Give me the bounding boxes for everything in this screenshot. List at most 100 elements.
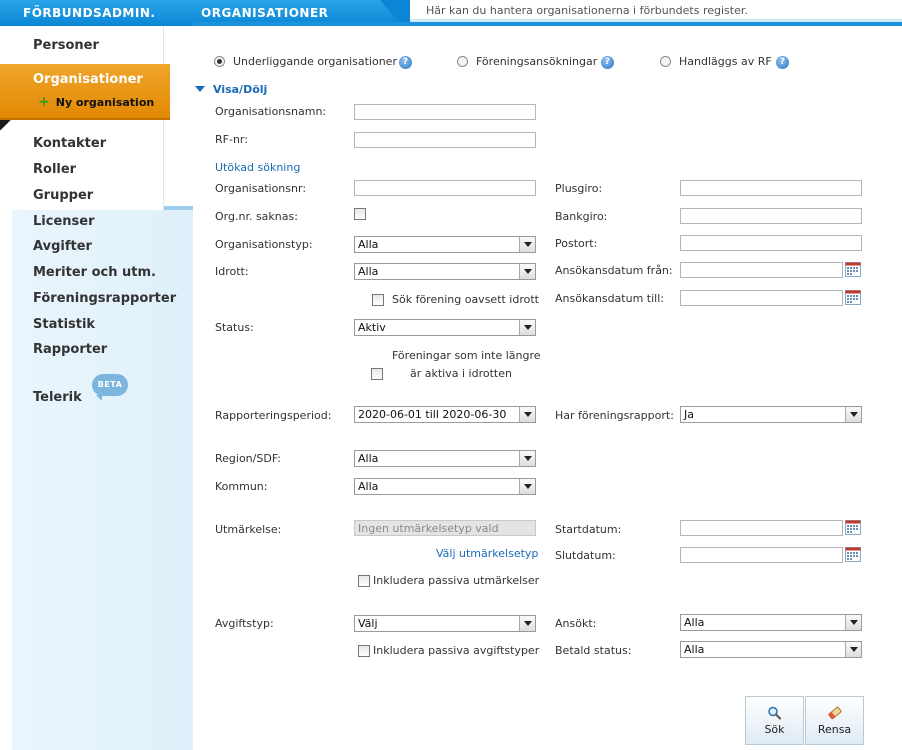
orgnr-saknas-checkbox[interactable] <box>354 208 366 220</box>
chevron-down-icon <box>845 407 861 422</box>
organisationsnamn-input[interactable] <box>354 104 536 120</box>
sok-button[interactable]: Sök <box>745 696 804 745</box>
sidebar-item-foreningsrapporter[interactable]: Föreningsrapporter <box>33 291 176 306</box>
chevron-down-icon <box>519 479 535 494</box>
inkl-passiva-utm-checkbox[interactable] <box>358 575 370 587</box>
label-rapporteringsperiod: Rapporteringsperiod: <box>215 409 332 422</box>
ansokt-select[interactable]: Alla <box>680 614 862 631</box>
label-plusgiro: Plusgiro: <box>555 182 603 195</box>
avgiftstyp-select[interactable]: Välj <box>354 615 536 632</box>
rapporteringsperiod-select[interactable]: 2020-06-01 till 2020-06-30 <box>354 406 536 423</box>
sidebar-item-grupper[interactable]: Grupper <box>33 188 93 203</box>
valj-utmarkelsetyp-link[interactable]: Välj utmärkelsetyp <box>436 547 538 560</box>
toggle-visa-dolj[interactable]: Visa/Dölj <box>213 83 267 96</box>
organisationsnr-input[interactable] <box>354 180 536 196</box>
ansokan-fran-input[interactable] <box>680 262 843 278</box>
region-select[interactable]: Alla <box>354 450 536 467</box>
radio-underliggande[interactable] <box>214 56 225 67</box>
chevron-down-icon <box>519 320 535 335</box>
rfnr-input[interactable] <box>354 132 536 148</box>
chevron-down-icon <box>845 615 861 630</box>
sidebar: Personer Organisationer + Ny organisation… <box>0 26 193 750</box>
inactive-label-line2: är aktiva i idrotten <box>410 367 512 380</box>
label-kommun: Kommun: <box>215 480 268 493</box>
radio-foreningsansokningar[interactable] <box>457 56 468 67</box>
startdatum-input[interactable] <box>680 520 843 536</box>
sidebar-item-avgifter[interactable]: Avgifter <box>33 239 92 254</box>
inkl-passiva-avg-label: Inkludera passiva avgiftstyper <box>373 644 540 657</box>
sidebar-item-meriter[interactable]: Meriter och utm. <box>33 265 156 280</box>
label-ansokan-till: Ansökansdatum till: <box>555 292 664 305</box>
label-betald: Betald status: <box>555 644 632 657</box>
label-avgiftstyp: Avgiftstyp: <box>215 617 274 630</box>
idrott-select[interactable]: Alla <box>354 263 536 280</box>
label-har-rapport: Har föreningsrapport: <box>555 409 674 422</box>
label-idrott: Idrott: <box>215 265 249 278</box>
label-status: Status: <box>215 321 254 334</box>
label-ansokan-fran: Ansökansdatum från: <box>555 264 673 277</box>
chevron-down-icon <box>519 407 535 422</box>
label-organisationsnr: Organisationsnr: <box>215 182 307 195</box>
inactive-label-line1: Föreningar som inte längre <box>392 349 541 362</box>
chevron-down-icon <box>519 616 535 631</box>
plusgiro-input[interactable] <box>680 180 862 196</box>
sidebar-item-roller[interactable]: Roller <box>33 162 76 177</box>
rensa-button[interactable]: Rensa <box>805 696 864 745</box>
utokad-sokning-link[interactable]: Utökad sökning <box>215 161 300 174</box>
label-organisationsnamn: Organisationsnamn: <box>215 105 327 118</box>
status-select[interactable]: Aktiv <box>354 319 536 336</box>
sidebar-item-personer[interactable]: Personer <box>33 38 99 53</box>
sidebar-item-rapporter[interactable]: Rapporter <box>33 342 107 357</box>
eraser-icon <box>827 706 842 720</box>
slutdatum-input[interactable] <box>680 547 843 563</box>
radio-underliggande-label: Underliggande organisationer <box>233 55 397 68</box>
kommun-select[interactable]: Alla <box>354 478 536 495</box>
radio-foreningsansokningar-label: Föreningsansökningar <box>476 55 598 68</box>
chevron-down-icon <box>519 451 535 466</box>
sidebar-item-kontakter[interactable]: Kontakter <box>33 136 106 151</box>
radio-handlaggs[interactable] <box>660 56 671 67</box>
top-divider <box>193 22 902 26</box>
calendar-icon[interactable] <box>845 290 861 305</box>
label-postort: Postort: <box>555 237 598 250</box>
help-icon[interactable]: ? <box>601 56 614 69</box>
label-orgnr-saknas: Org.nr. saknas: <box>215 210 298 223</box>
label-slutdatum: Slutdatum: <box>555 549 616 562</box>
betald-select[interactable]: Alla <box>680 641 862 658</box>
magnifier-icon <box>767 706 781 720</box>
chevron-down-icon <box>519 237 535 252</box>
chevron-down-icon <box>845 642 861 657</box>
calendar-icon[interactable] <box>845 520 861 535</box>
sok-forening-checkbox[interactable] <box>372 294 384 306</box>
calendar-icon[interactable] <box>845 262 861 277</box>
label-bankgiro: Bankgiro: <box>555 210 608 223</box>
sok-forening-label: Sök förening oavsett idrott <box>392 293 539 306</box>
label-startdatum: Startdatum: <box>555 523 622 536</box>
sidebar-item-licenser[interactable]: Licenser <box>33 214 94 229</box>
har-rapport-select[interactable]: Ja <box>680 406 862 423</box>
beta-badge: BETA <box>92 374 128 401</box>
inkl-passiva-avg-checkbox[interactable] <box>358 645 370 657</box>
organisationstyp-select[interactable]: Alla <box>354 236 536 253</box>
ansokan-till-input[interactable] <box>680 290 843 306</box>
inkl-passiva-utm-label: Inkludera passiva utmärkelser <box>373 574 540 587</box>
label-utmarkelse: Utmärkelse: <box>215 523 282 536</box>
new-organisation-link[interactable]: + Ny organisation <box>38 94 154 110</box>
caret-down-icon <box>195 86 205 92</box>
help-icon[interactable]: ? <box>776 56 789 69</box>
inactive-checkbox[interactable] <box>371 368 383 380</box>
label-organisationstyp: Organisationstyp: <box>215 238 313 251</box>
postort-input[interactable] <box>680 235 862 251</box>
radio-handlaggs-label: Handläggs av RF <box>679 55 772 68</box>
plus-icon: + <box>38 94 50 110</box>
sidebar-item-statistik[interactable]: Statistik <box>33 317 95 332</box>
sidebar-item-telerik[interactable]: Telerik <box>33 390 82 405</box>
brand-title: FÖRBUNDSADMIN. <box>0 0 193 26</box>
bankgiro-input[interactable] <box>680 208 862 224</box>
sidebar-item-organisationer-label: Organisationer <box>33 72 143 87</box>
help-icon[interactable]: ? <box>399 56 412 69</box>
chevron-down-icon <box>519 264 535 279</box>
label-ansokt: Ansökt: <box>555 617 597 630</box>
label-rfnr: RF-nr: <box>215 133 248 146</box>
calendar-icon[interactable] <box>845 547 861 562</box>
